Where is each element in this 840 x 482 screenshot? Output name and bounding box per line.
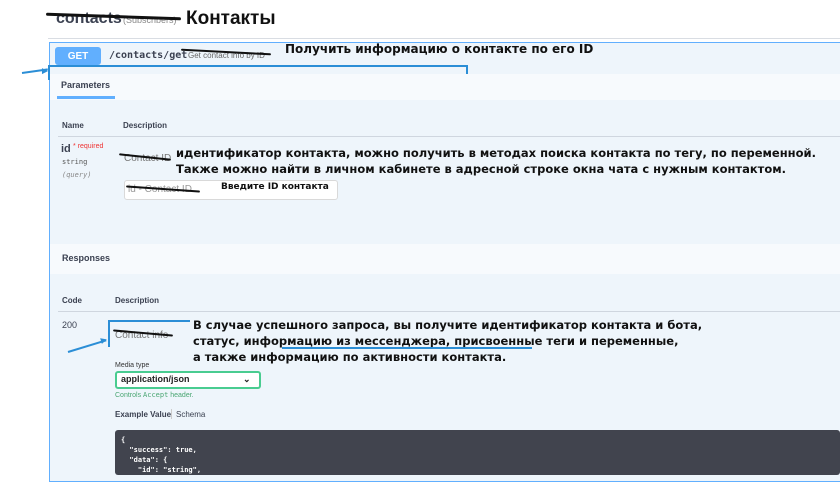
media-type-value: application/json: [121, 374, 190, 384]
tab-separator: [171, 409, 172, 419]
param-in: (query): [62, 171, 92, 179]
controls-prefix: Controls: [115, 392, 144, 399]
code-line: "data": {: [121, 456, 168, 464]
param-name: id: [61, 143, 71, 155]
underline-mark: [282, 347, 532, 349]
required-star: *: [73, 143, 76, 150]
example-code-block: { "success": true, "data": { "id": "stri…: [115, 430, 840, 475]
parameters-bar: [50, 74, 840, 100]
code-line: {: [121, 436, 126, 444]
col-description: Description: [115, 296, 160, 305]
col-name: Name: [62, 121, 84, 130]
tab-parameters[interactable]: Parameters: [61, 80, 110, 90]
required-mark: * required: [73, 143, 103, 150]
code-line: "id": "string",: [121, 466, 202, 474]
annotation-note: Также можно найти в личном кабинете в ад…: [176, 162, 786, 176]
tab-example-value[interactable]: Example Value: [115, 410, 171, 419]
annotation-note: Получить информацию о контакте по его ID: [285, 42, 594, 56]
col-description: Description: [123, 121, 168, 130]
code-line: "success": true,: [121, 446, 197, 454]
arrow-head-icon: ►: [40, 66, 50, 77]
annotation-note: Введите ID контакта: [221, 182, 329, 192]
responses-bar: [50, 244, 840, 274]
controls-code: Accept: [143, 391, 169, 399]
method-badge: GET: [55, 47, 101, 65]
response-code: 200: [62, 320, 78, 330]
tab-schema[interactable]: Schema: [176, 410, 205, 419]
required-label: required: [77, 143, 104, 150]
col-code: Code: [62, 296, 82, 305]
endpoint-path: /contacts/get: [109, 50, 188, 61]
controls-note: Controls Accept header.: [115, 391, 194, 399]
responses-title: Responses: [62, 253, 111, 263]
param-type: string: [62, 158, 88, 166]
tab-active-indicator: [57, 96, 115, 99]
tag-title-ru: Контакты: [186, 8, 276, 29]
controls-suffix: header.: [168, 392, 194, 399]
annotation-note: статус, информацию из мессенджера, присв…: [193, 334, 679, 348]
table-divider: [58, 311, 840, 312]
media-type-label: Media type: [115, 362, 150, 369]
chevron-down-icon: ⌄: [243, 374, 251, 384]
divider: [48, 38, 840, 39]
table-divider: [58, 136, 840, 137]
annotation-note: В случае успешного запроса, вы получите …: [193, 318, 703, 332]
annotation-note: а также информацию по активности контакт…: [193, 350, 507, 364]
annotation-note: идентификатор контакта, можно получить в…: [176, 146, 816, 160]
